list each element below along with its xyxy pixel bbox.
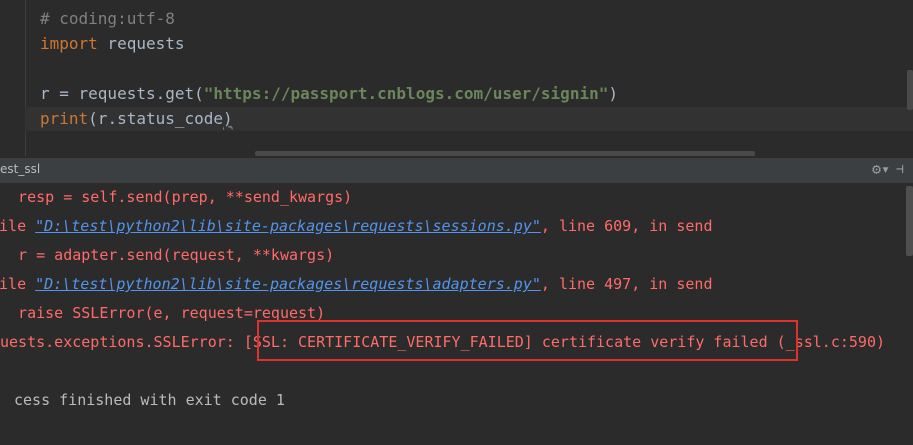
console-line-4: File "D:\test\python2\lib\site-packages\…	[0, 272, 712, 296]
editor-scrollbar-horizontal[interactable]	[255, 151, 755, 156]
layout-icon[interactable]: ⊣	[896, 162, 904, 177]
gutter-separator	[25, 0, 26, 156]
keyword-print: print	[40, 109, 89, 128]
console-line-exit: cess finished with exit code 1	[14, 391, 285, 409]
line-info: , line 497, in send	[540, 275, 713, 293]
assignment: r = requests.get(	[40, 84, 204, 103]
console-line-2: File "D:\test\python2\lib\site-packages\…	[0, 214, 712, 238]
code-line-5[interactable]: print(r.status_code)	[40, 107, 233, 131]
line-info: , line 609, in send	[540, 217, 713, 235]
url-string: "https://passport.cnblogs.com/user/signi…	[203, 84, 609, 103]
code-line-1[interactable]: # coding:utf-8	[40, 7, 175, 31]
error-highlight-box	[257, 320, 798, 361]
module-name: requests	[97, 34, 185, 53]
keyword-import: import	[40, 34, 98, 53]
console-line-3: r = adapter.send(request, **kwargs)	[0, 246, 335, 264]
file-prefix: File	[0, 217, 27, 235]
console-line-1: resp = self.send(prep, **send_kwargs)	[0, 188, 353, 206]
file-prefix: File	[0, 275, 27, 293]
file-link-sessions[interactable]: "D:\test\python2\lib\site-packages\reque…	[35, 217, 541, 235]
code-line-2[interactable]: import requests	[40, 32, 185, 56]
close-paren-warning: )	[223, 109, 233, 128]
print-args: (r.status_code	[88, 109, 224, 128]
console-scrollbar[interactable]	[906, 186, 913, 256]
code-line-4[interactable]: r = requests.get("https://passport.cnblo…	[40, 82, 618, 106]
run-panel-header: est_ssl ⚙▾ ⊣	[0, 157, 913, 184]
gear-icon[interactable]: ⚙▾	[872, 160, 890, 178]
close-paren: )	[608, 84, 618, 103]
comment: # coding:utf-8	[40, 9, 175, 28]
file-link-adapters[interactable]: "D:\test\python2\lib\site-packages\reque…	[35, 275, 541, 293]
editor-scrollbar-vertical[interactable]	[907, 70, 913, 110]
code-editor[interactable]: # coding:utf-8 import requests r = reque…	[0, 0, 913, 156]
run-tab-title[interactable]: est_ssl	[0, 162, 40, 176]
